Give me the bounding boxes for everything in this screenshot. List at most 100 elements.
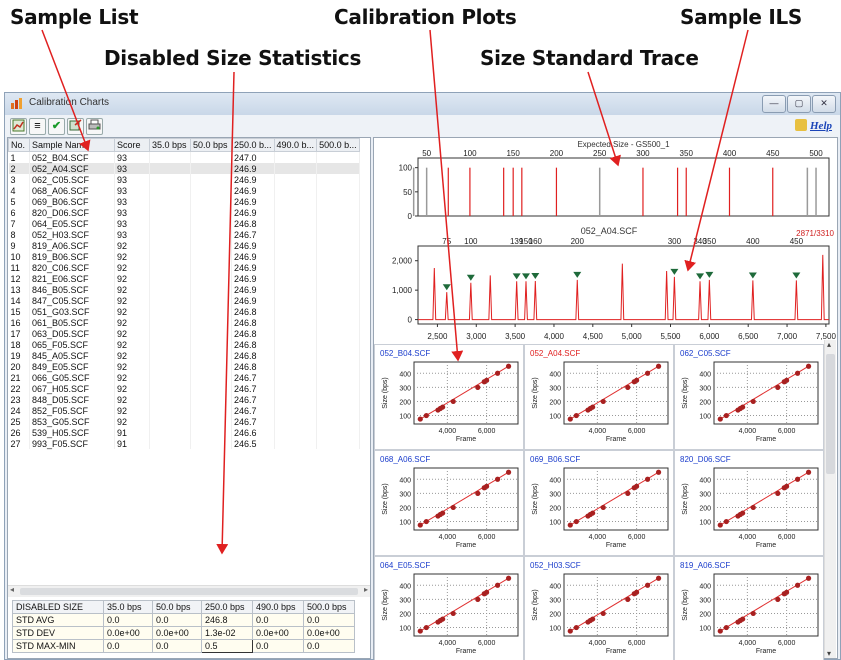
list-icon[interactable]: ≡ [29,118,46,135]
x-tick-label: 6,000 [628,640,646,647]
table-cell: 246.7 [231,229,275,240]
table-row[interactable]: 21 066_G05.SCF 92 246.7 [8,372,360,383]
table-row[interactable]: 18 065_F05.SCF 92 246.8 [8,339,360,350]
column-header[interactable]: No. [8,138,30,152]
table-cell: 067_H05.SCF [29,383,115,394]
x-tick-label: 300 [636,149,650,158]
table-cell [274,361,318,372]
table-row[interactable]: 3 062_C05.SCF 93 246.9 [8,174,360,185]
stats-cell: 0.5 [201,639,253,653]
data-point [805,469,812,475]
table-cell [190,438,232,449]
calibration-app-icon [11,98,22,109]
column-header[interactable]: 250.0 b... [231,138,275,152]
y-tick-label: 400 [399,583,411,590]
table-row[interactable]: 4 068_A06.SCF 93 246.9 [8,185,360,196]
table-row[interactable]: 14 847_C05.SCF 92 246.9 [8,295,360,306]
stats-cell: 35.0 bps [103,600,153,614]
vertical-scrollbar[interactable]: ▴ ▾ [824,340,836,658]
table-row[interactable]: 5 069_B06.SCF 93 246.9 [8,196,360,207]
table-cell [190,240,232,251]
column-header[interactable]: 490.0 b... [273,138,318,152]
data-point [567,522,573,528]
table-row[interactable]: 12 821_E06.SCF 92 246.9 [8,273,360,284]
y-tick-label: 200 [549,505,561,512]
table-cell [190,251,232,262]
data-point [784,589,790,595]
scroll-up-icon[interactable]: ▴ [827,340,831,349]
column-header[interactable]: Score [114,138,150,152]
table-cell: 8 [8,229,30,240]
x-tick-label: 50 [422,149,431,158]
close-button[interactable]: ✕ [812,95,836,113]
table-cell [316,273,360,284]
scroll-right-icon[interactable]: ▸ [364,585,368,594]
table-row[interactable]: 19 845_A05.SCF 92 246.8 [8,350,360,361]
table-cell [190,185,232,196]
peak-size-label: 450 [790,237,804,246]
x-tick-label: 4,000 [544,332,565,341]
calibration-plot-frame [713,467,819,531]
table-cell [190,174,232,185]
toolbar: ≡ ✔ Help [5,115,840,137]
table-cell [190,394,232,405]
print-icon[interactable] [86,118,103,135]
y-axis-label: Size (bps) [682,589,689,621]
table-cell [316,427,360,438]
stats-cell: 0.0 [252,639,304,653]
y-tick-label: 300 [699,491,711,498]
x-axis-label: Frame [606,542,626,549]
y-tick-label: 200 [549,399,561,406]
x-axis-label: Frame [456,436,476,443]
table-row[interactable]: 11 820_C06.SCF 92 246.9 [8,262,360,273]
table-cell [274,394,318,405]
table-cell [316,207,360,218]
scroll-down-icon[interactable]: ▾ [827,649,831,658]
y-tick-label: 200 [699,399,711,406]
table-cell: 820_D06.SCF [29,207,115,218]
disabled-size-statistics-callout: Disabled Size Statistics [104,46,362,70]
table-cell: 852_F05.SCF [29,405,115,416]
column-header[interactable]: 35.0 bps [149,138,191,152]
export-icon[interactable] [67,118,84,135]
column-header[interactable]: Sample Name [29,138,115,152]
table-row[interactable]: 16 061_B05.SCF 92 246.8 [8,317,360,328]
table-row[interactable]: 23 848_D05.SCF 92 246.7 [8,394,360,405]
table-cell: 539_H05.SCF [29,427,115,438]
table-row[interactable]: 25 853_G05.SCF 92 246.7 [8,416,360,427]
minimize-button[interactable]: — [762,95,786,113]
scroll-left-icon[interactable]: ◂ [10,585,14,594]
table-row[interactable]: 17 063_D05.SCF 92 246.8 [8,328,360,339]
y-tick-label: 400 [699,477,711,484]
table-row[interactable]: 26 539_H05.SCF 91 246.6 [8,427,360,438]
maximize-button[interactable]: ▢ [787,95,811,113]
data-point [590,404,596,410]
chart-icon[interactable] [10,118,27,135]
vertical-scroll-thumb[interactable] [826,354,835,474]
table-row[interactable]: 2 052_A04.SCF 93 246.9 [8,163,360,174]
table-row[interactable]: 9 819_A06.SCF 92 246.9 [8,240,360,251]
table-row[interactable]: 13 846_B05.SCF 92 246.9 [8,284,360,295]
table-row[interactable]: 15 051_G03.SCF 92 246.8 [8,306,360,317]
check-icon[interactable]: ✔ [48,118,65,135]
table-cell: 820_C06.SCF [29,262,115,273]
table-row[interactable]: 27 993_F05.SCF 91 246.5 [8,438,360,449]
column-header[interactable]: 50.0 bps [190,138,232,152]
table-row[interactable]: 24 852_F05.SCF 92 246.7 [8,405,360,416]
table-cell: 93 [114,218,150,229]
column-header[interactable]: 500.0 b... [316,138,360,152]
horizontal-scrollbar[interactable]: ◂ ▸ [8,585,370,597]
scroll-thumb[interactable] [20,588,358,595]
table-row[interactable]: 6 820_D06.SCF 93 246.9 [8,207,360,218]
table-row[interactable]: 20 849_E05.SCF 92 246.8 [8,361,360,372]
table-cell [149,317,191,328]
table-row[interactable]: 1 052_B04.SCF 93 247.0 [8,151,360,163]
table-cell: 849_E05.SCF [29,361,115,372]
table-cell [274,218,318,229]
help-link[interactable]: Help [795,119,832,132]
table-row[interactable]: 8 052_H03.SCF 93 246.7 [8,229,360,240]
table-row[interactable]: 22 067_H05.SCF 92 246.7 [8,383,360,394]
y-tick-label: 300 [549,385,561,392]
table-row[interactable]: 7 064_E05.SCF 93 246.8 [8,218,360,229]
table-row[interactable]: 10 819_B06.SCF 92 246.9 [8,251,360,262]
